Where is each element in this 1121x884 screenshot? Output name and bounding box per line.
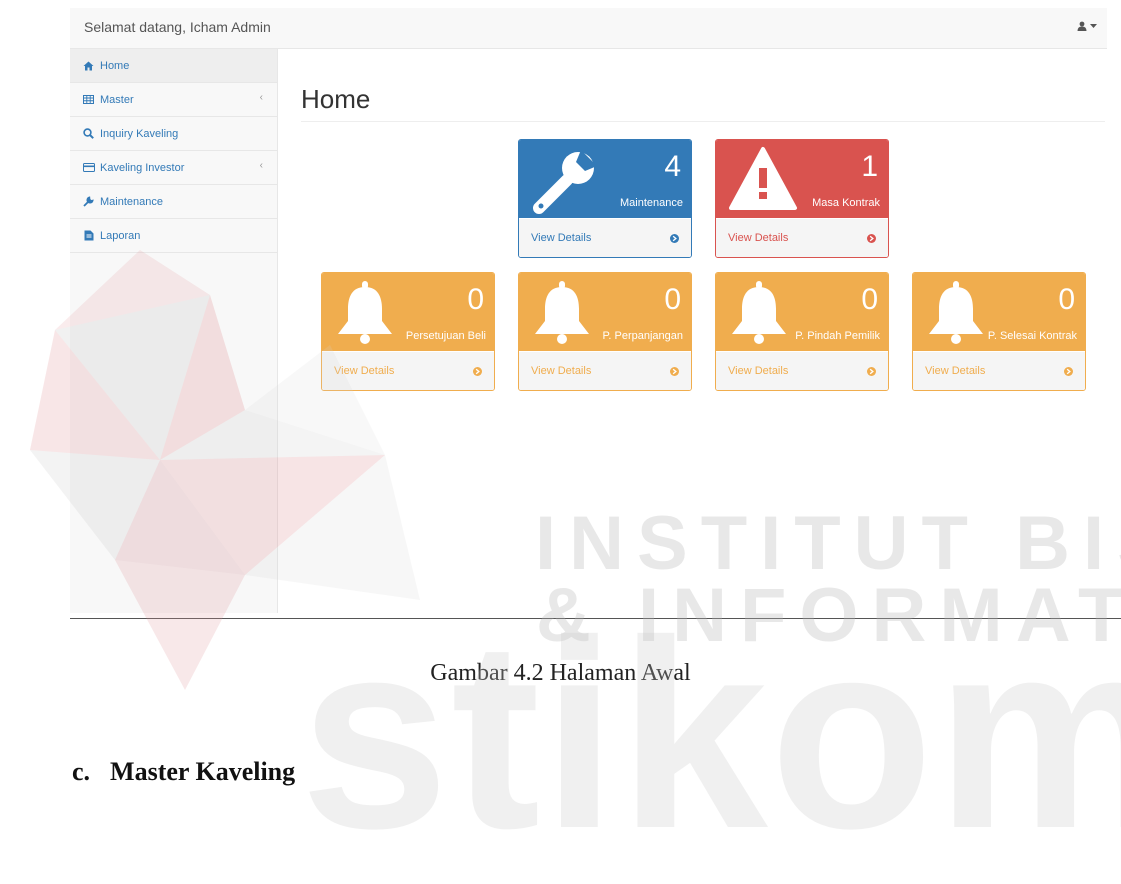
wrench-icon [533, 150, 597, 214]
sidebar-item-maintenance[interactable]: Maintenance [70, 185, 277, 219]
bell-icon [929, 281, 983, 344]
subsection-marker: c. [72, 757, 91, 786]
panel-label: P. Selesai Kontrak [987, 330, 1077, 342]
view-details-link[interactable]: View Details [322, 352, 494, 390]
arrow-circle-right-icon [867, 366, 876, 376]
chevron-left-icon: ‹ [259, 92, 263, 103]
panel-count: 0 [861, 283, 878, 316]
view-details-label: View Details [728, 365, 789, 377]
panel-heading: 0 P. Perpanjangan [519, 273, 691, 351]
sidebar-item-label: Maintenance [100, 195, 163, 208]
sidebar-item-label: Master [100, 93, 134, 106]
caret-down-icon [1090, 23, 1097, 28]
screenshot-bottom-rule [70, 618, 1121, 619]
panel-heading: 0 P. Pindah Pemilik [716, 273, 888, 351]
chevron-left-icon: ‹ [259, 160, 263, 171]
panel-heading: 0 P. Selesai Kontrak [913, 273, 1085, 351]
bell-icon [732, 281, 786, 344]
panel-count: 0 [1058, 283, 1075, 316]
panel-p-selesai-kontrak: 0 P. Selesai Kontrak View Details [912, 272, 1086, 391]
welcome-text: Selamat datang, Icham Admin [84, 19, 271, 35]
app-screenshot: Selamat datang, Icham Admin Home Master … [70, 8, 1107, 613]
watermark-line-3: stikom [300, 584, 1121, 884]
panel-maintenance: 4 Maintenance View Details [518, 139, 692, 258]
panel-count: 1 [861, 150, 878, 183]
view-details-label: View Details [531, 232, 592, 244]
top-navbar: Selamat datang, Icham Admin [70, 8, 1107, 49]
sidebar-item-label: Home [100, 59, 130, 72]
panel-count: 4 [664, 150, 681, 183]
credit-card-icon [82, 161, 95, 174]
view-details-label: View Details [531, 365, 592, 377]
view-details-link[interactable]: View Details [716, 219, 888, 257]
sidebar-item-label: Kaveling Investor [100, 161, 185, 174]
panel-label: P. Pindah Pemilik [795, 330, 880, 342]
sidebar-item-home[interactable]: Home [70, 49, 277, 83]
view-details-link[interactable]: View Details [716, 352, 888, 390]
arrow-circle-right-icon [473, 366, 482, 376]
view-details-link[interactable]: View Details [913, 352, 1085, 390]
arrow-circle-right-icon [670, 366, 679, 376]
table-icon [82, 93, 95, 106]
panel-label: Maintenance [620, 197, 683, 209]
home-icon [82, 59, 95, 72]
user-menu[interactable] [1077, 21, 1097, 31]
title-divider [301, 121, 1105, 122]
sidebar-item-master[interactable]: Master ‹ [70, 83, 277, 117]
subsection-title: Master Kaveling [110, 757, 296, 786]
panel-heading: 1 Masa Kontrak [716, 140, 888, 218]
panel-label: Persetujuan Beli [405, 330, 486, 342]
bell-icon [535, 281, 589, 344]
sidebar-item-laporan[interactable]: Laporan [70, 219, 277, 253]
bell-icon [338, 281, 392, 344]
view-details-link[interactable]: View Details [519, 219, 691, 257]
sidebar-item-label: Inquiry Kaveling [100, 127, 179, 140]
panel-p-perpanjangan: 0 P. Perpanjangan View Details [518, 272, 692, 391]
panel-label: Masa Kontrak [812, 197, 880, 209]
figure-caption: Gambar 4.2 Halaman Awal [430, 660, 691, 686]
sidebar: Home Master ‹ Inquiry Kaveling Kaveling … [70, 49, 278, 613]
arrow-circle-right-icon [1064, 366, 1073, 376]
panel-label: P. Perpanjangan [602, 330, 683, 342]
view-details-label: View Details [334, 365, 395, 377]
file-icon [82, 229, 95, 242]
search-icon [82, 127, 95, 140]
warning-icon [729, 147, 797, 210]
user-icon [1077, 21, 1087, 31]
sidebar-item-inquiry-kaveling[interactable]: Inquiry Kaveling [70, 117, 277, 151]
view-details-label: View Details [925, 365, 986, 377]
panel-count: 0 [664, 283, 681, 316]
view-details-link[interactable]: View Details [519, 352, 691, 390]
sidebar-item-label: Laporan [100, 229, 141, 242]
panel-heading: 4 Maintenance [519, 140, 691, 218]
panel-p-pindah-pemilik: 0 P. Pindah Pemilik View Details [715, 272, 889, 391]
page-title: Home [301, 84, 371, 114]
panel-heading: 0 Persetujuan Beli [322, 273, 494, 351]
wrench-icon [82, 195, 95, 208]
sidebar-item-kaveling-investor[interactable]: Kaveling Investor ‹ [70, 151, 277, 185]
view-details-label: View Details [728, 232, 789, 244]
arrow-circle-right-icon [670, 233, 679, 243]
arrow-circle-right-icon [867, 233, 876, 243]
panel-persetujuan-beli: 0 Persetujuan Beli View Details [321, 272, 495, 391]
subsection-heading: c. Master Kaveling [72, 757, 315, 787]
panel-masa-kontrak: 1 Masa Kontrak View Details [715, 139, 889, 258]
panel-count: 0 [467, 283, 484, 316]
